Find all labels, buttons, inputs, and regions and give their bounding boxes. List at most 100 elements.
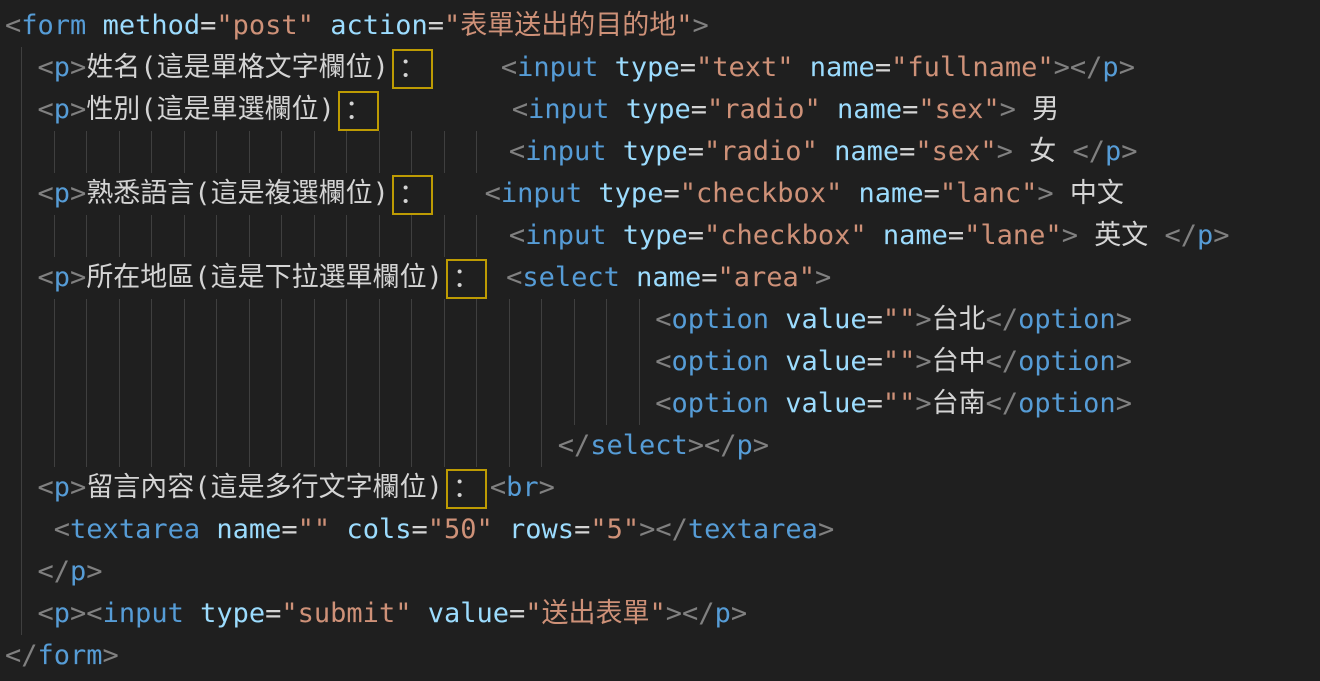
indent-guide: [379, 299, 380, 341]
code-line-2[interactable]: <p>姓名(這是單格文字欄位)： <input type="text" name…: [0, 47, 1320, 89]
token-text: [867, 220, 883, 251]
token-text: [382, 94, 512, 125]
code-line-16[interactable]: </form>: [0, 635, 1320, 677]
indent-guide: [314, 131, 315, 173]
token-tag-name: p: [54, 178, 70, 209]
indent-guide: [21, 47, 22, 89]
token-string-value: "lane": [964, 220, 1062, 251]
token-string-value: "": [298, 514, 331, 545]
indent-guide: [216, 215, 217, 257]
token-string-value: "radio": [704, 136, 818, 167]
indent-guide: [54, 215, 55, 257]
indent-guide: [119, 341, 120, 383]
token-string-value: "lanc": [940, 178, 1038, 209]
token-punctuation: <: [38, 472, 54, 503]
code-line-4[interactable]: <input type="radio" name="sex"> 女 </p>: [0, 131, 1320, 173]
code-line-8[interactable]: <option value="">台北</option>: [0, 299, 1320, 341]
indent-guide: [119, 131, 120, 173]
token-tag-name: input: [517, 52, 598, 83]
token-tag-name: option: [1018, 304, 1116, 335]
token-text: [5, 514, 54, 545]
token-tag-name: textarea: [688, 514, 818, 545]
code-editor[interactable]: <form method="post" action="表單送出的目的地"> <…: [0, 0, 1320, 681]
indent-guide: [21, 593, 22, 635]
code-line-14[interactable]: </p>: [0, 551, 1320, 593]
token-text: [769, 346, 785, 377]
indent-guide: [54, 425, 55, 467]
token-punctuation: >: [1116, 304, 1132, 335]
indent-guide: [281, 215, 282, 257]
indent-guide: [509, 299, 510, 341]
token-operator: =: [867, 388, 883, 419]
token-string-value: "sex": [915, 136, 996, 167]
token-operator: =: [701, 262, 717, 293]
token-string-value: "submit": [281, 598, 411, 629]
token-text: [769, 304, 785, 335]
token-punctuation: >: [70, 472, 86, 503]
code-line-9[interactable]: <option value="">台中</option>: [0, 341, 1320, 383]
indent-guide: [379, 215, 380, 257]
indent-guide: [21, 257, 22, 299]
token-punctuation: <: [38, 178, 54, 209]
token-tag-name: p: [1102, 52, 1118, 83]
token-operator: =: [663, 178, 679, 209]
code-line-11[interactable]: </select></p>: [0, 425, 1320, 467]
token-text: 女: [1013, 136, 1073, 167]
indent-guide: [379, 341, 380, 383]
token-text: [606, 220, 622, 251]
indent-guide: [346, 341, 347, 383]
token-operator: =: [691, 94, 707, 125]
indent-guide: [314, 215, 315, 257]
indent-guide: [346, 215, 347, 257]
code-line-3[interactable]: <p>性別(這是單選欄位)： <input type="radio" name=…: [0, 89, 1320, 131]
code-line-7[interactable]: <p>所在地區(這是下拉選單欄位)： <select name="area">: [0, 257, 1320, 299]
token-punctuation: >: [997, 136, 1013, 167]
token-operator: =: [899, 136, 915, 167]
code-line-10[interactable]: <option value="">台南</option>: [0, 383, 1320, 425]
token-attribute-name: name: [834, 136, 899, 167]
token-punctuation: <: [509, 136, 525, 167]
indent-guide: [411, 383, 412, 425]
indent-guide: [151, 425, 152, 467]
indent-guide: [346, 299, 347, 341]
token-punctuation: >: [731, 598, 747, 629]
indent-guide: [54, 383, 55, 425]
token-punctuation: >: [1121, 136, 1137, 167]
token-text: [609, 94, 625, 125]
token-operator: =: [948, 220, 964, 251]
token-text: 中文: [1054, 178, 1124, 209]
indent-guide: [281, 131, 282, 173]
token-string-value: "fullname": [891, 52, 1054, 83]
code-line-12[interactable]: <p>留言內容(這是多行文字欄位)：<br>: [0, 467, 1320, 509]
indent-guide: [541, 383, 542, 425]
indent-guide: [21, 89, 22, 131]
token-punctuation: >: [693, 10, 709, 41]
indent-guide: [476, 131, 477, 173]
token-text: [620, 262, 636, 293]
indent-guide: [476, 215, 477, 257]
indent-guide: [281, 425, 282, 467]
indent-guide: [444, 215, 445, 257]
code-line-13[interactable]: <textarea name="" cols="50" rows="5"></t…: [0, 509, 1320, 551]
indent-guide: [444, 131, 445, 173]
indent-guide: [184, 341, 185, 383]
indent-guide: [216, 299, 217, 341]
token-tag-name: form: [38, 640, 103, 671]
code-line-6[interactable]: <input type="checkbox" name="lane"> 英文 <…: [0, 215, 1320, 257]
token-text: 所在地區(這是下拉選單欄位): [86, 262, 443, 293]
token-punctuation: >: [70, 94, 86, 125]
token-text: [5, 220, 509, 251]
code-line-15[interactable]: <p><input type="submit" value="送出表單"></p…: [0, 593, 1320, 635]
token-punctuation: >: [1062, 220, 1078, 251]
token-punctuation: <: [506, 262, 522, 293]
token-string-value: "": [883, 388, 916, 419]
code-line-1[interactable]: <form method="post" action="表單送出的目的地">: [0, 5, 1320, 47]
token-text: [330, 514, 346, 545]
indent-guide: [54, 131, 55, 173]
token-punctuation: <: [54, 514, 70, 545]
token-punctuation: >: [70, 178, 86, 209]
token-operator: =: [924, 178, 940, 209]
token-attribute-name: rows: [509, 514, 574, 545]
indent-guide: [444, 299, 445, 341]
code-line-5[interactable]: <p>熟悉語言(這是複選欄位)： <input type="checkbox" …: [0, 173, 1320, 215]
